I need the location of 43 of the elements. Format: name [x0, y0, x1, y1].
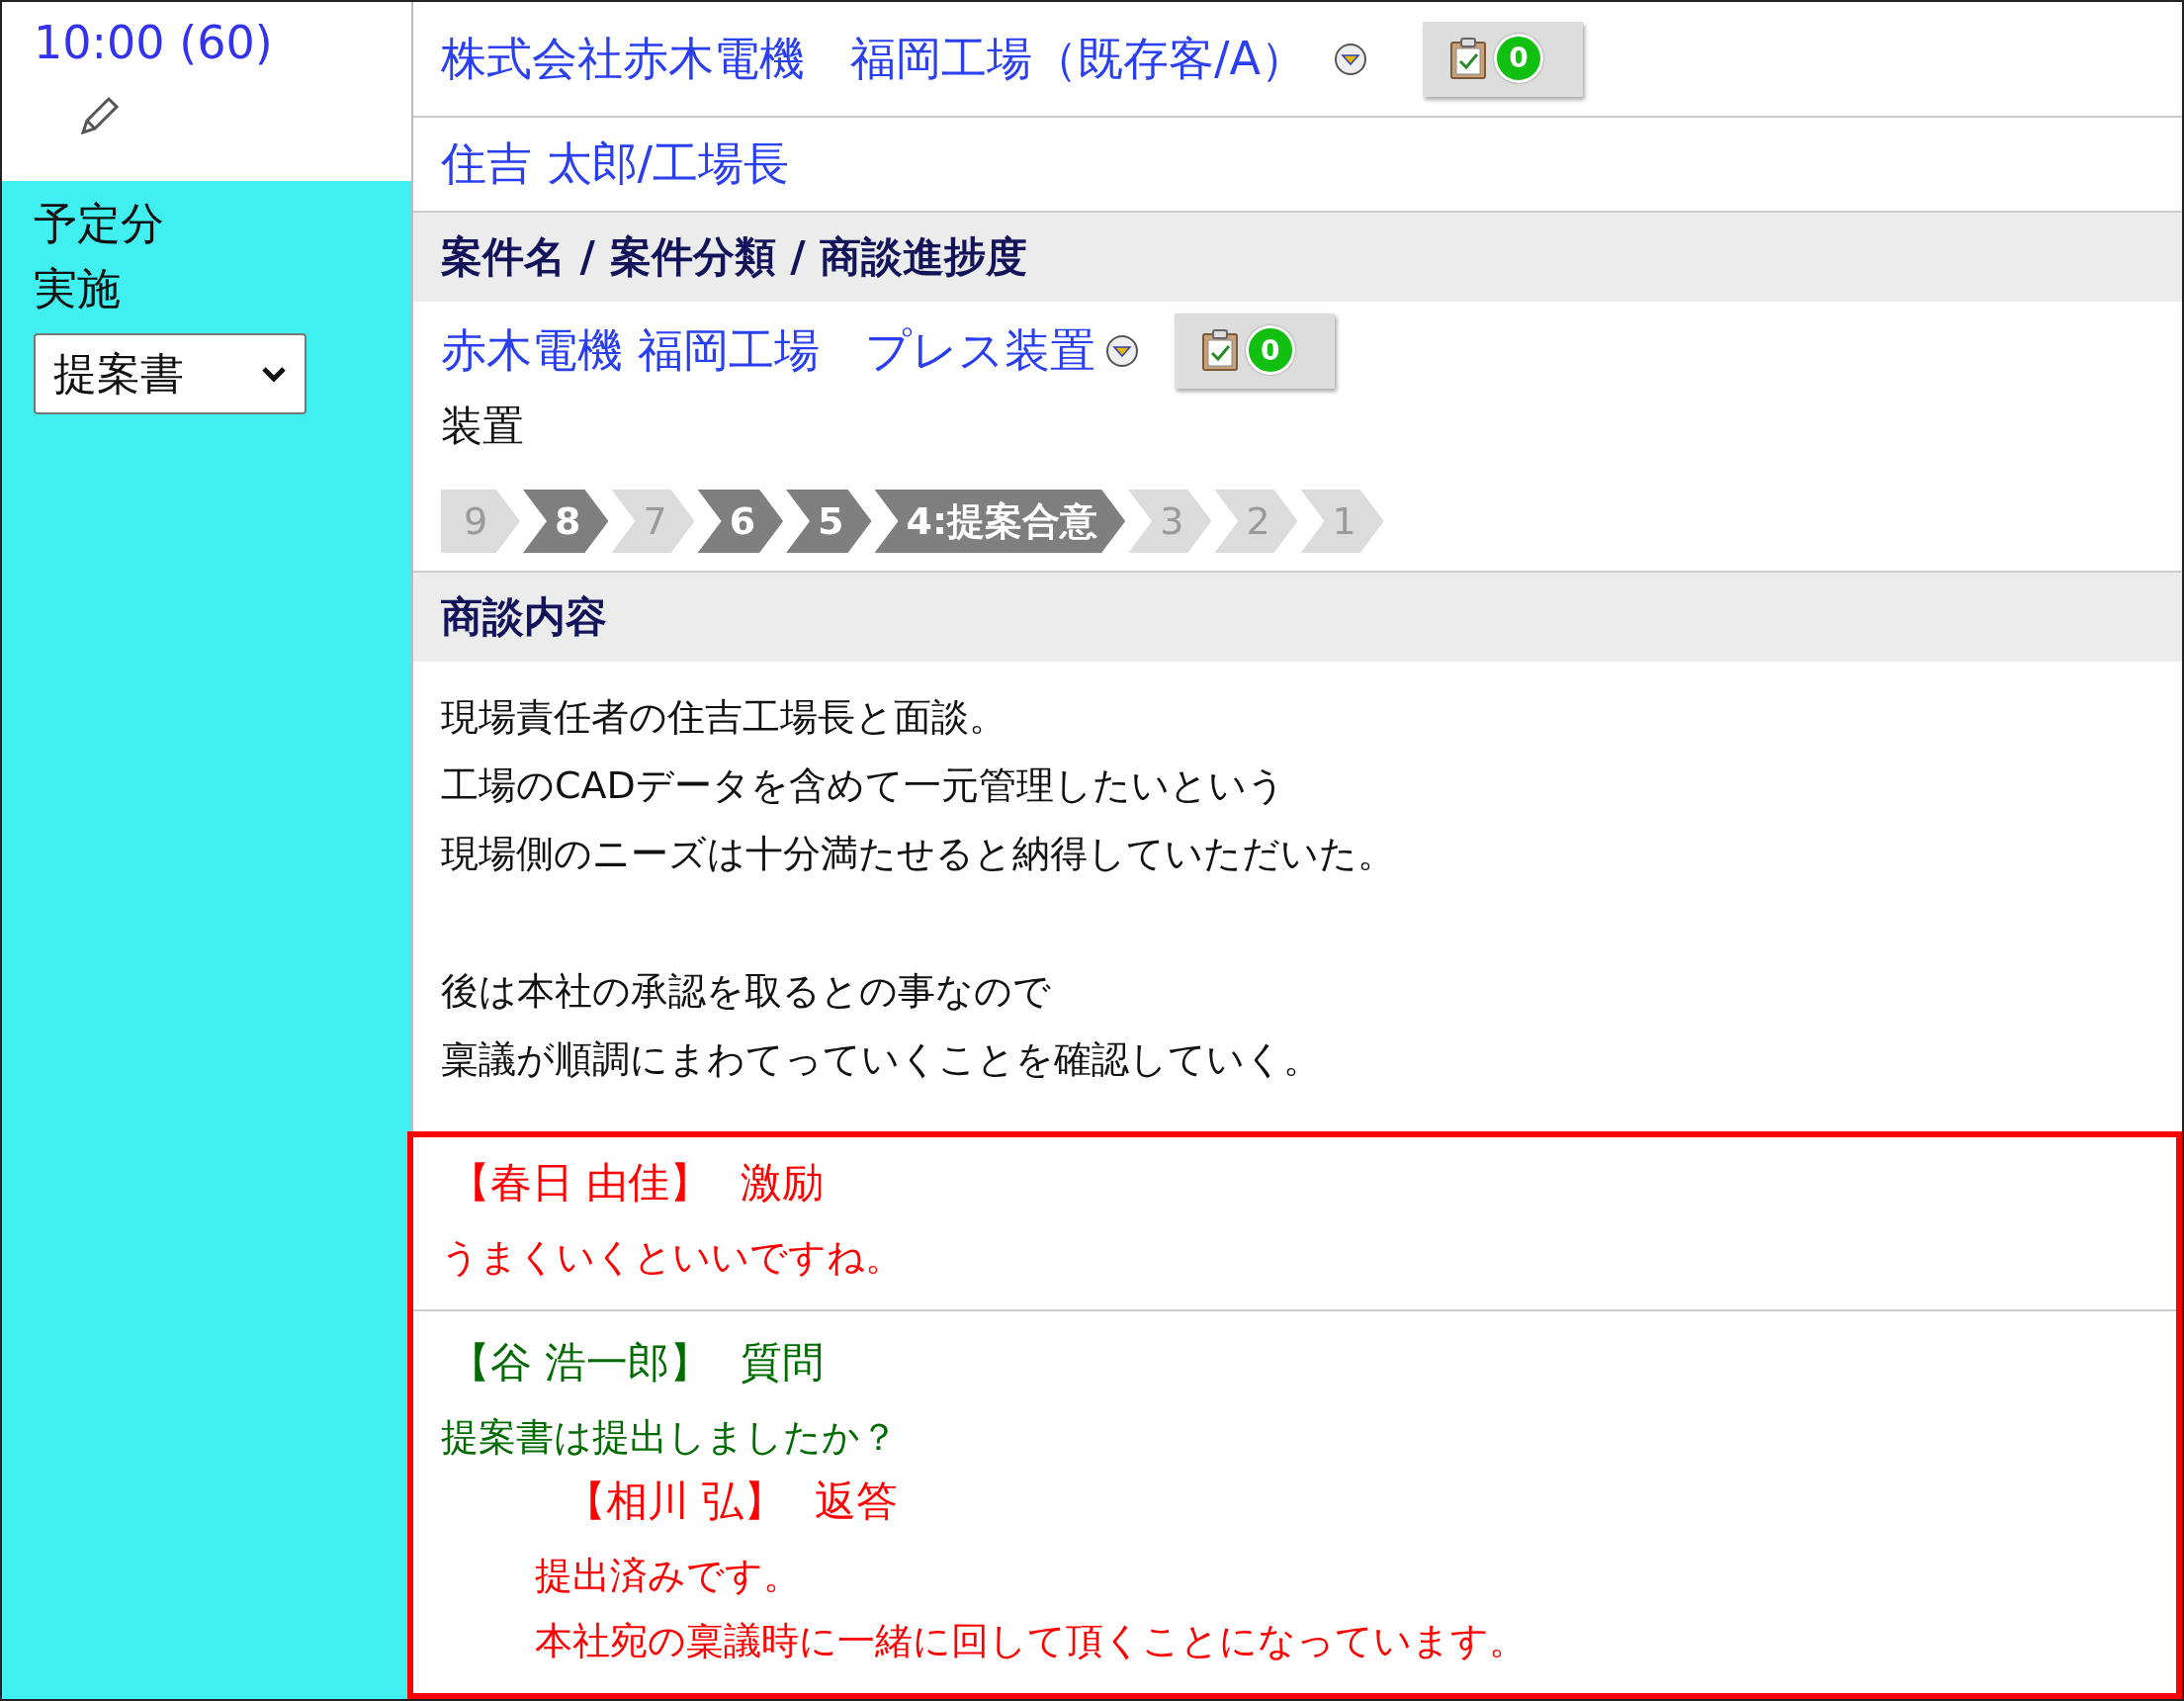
count-badge: 0	[1245, 325, 1295, 375]
dropdown-circle-icon[interactable]	[1333, 42, 1367, 76]
status-label: 予定分	[34, 197, 165, 250]
comment-type: 返答	[815, 1476, 899, 1527]
progress-stage[interactable]: 7	[611, 490, 695, 553]
comment-text: 本社宛の稟議時に一緒に回して頂くことになっています。	[535, 1618, 1528, 1664]
content-text: 工場のCADデータを含めて一元管理したいという	[441, 762, 1286, 809]
activity-dropdown[interactable]: 提案書	[34, 333, 306, 414]
comment-text: 提出済みです。	[535, 1553, 802, 1599]
contact-link[interactable]: 住吉 太郎/工場長	[441, 134, 790, 195]
section-header: 商談内容	[413, 573, 2182, 662]
content-text: 現場責任者の住吉工場長と面談。	[441, 694, 1007, 741]
progress-stage[interactable]: 6	[697, 490, 784, 553]
comment-author: 【春日 由佳】	[449, 1157, 712, 1209]
comment-text: 提案書は提出しましたか？	[441, 1414, 899, 1461]
progress-stage[interactable]: 4:提案合意	[874, 490, 1126, 553]
content-text: 現場側のニーズは十分満たせると納得していただいた。	[441, 831, 1396, 877]
progress-stage[interactable]: 8	[523, 490, 609, 553]
comment-author: 【谷 浩一郎】	[449, 1337, 712, 1388]
project-category: 装置	[441, 401, 525, 452]
content-text: 稟議が順調にまわてっていくことを確認していく。	[441, 1036, 1322, 1083]
chevron-down-icon	[261, 366, 287, 382]
customer-link[interactable]: 株式会社赤木電機 福岡工場（既存客/A）	[441, 28, 1306, 90]
section-header: 案件名 / 案件分類 / 商談進捗度	[413, 213, 2182, 302]
dropdown-circle-icon[interactable]	[1104, 334, 1139, 368]
task-button[interactable]: 0	[1422, 21, 1583, 97]
clipboard-icon	[1447, 36, 1488, 80]
progress-stage[interactable]: 1	[1300, 490, 1384, 553]
comment-author: 【相川 弘】	[565, 1476, 786, 1527]
progress-stage[interactable]: 9	[441, 490, 520, 553]
progress-stage[interactable]: 3	[1128, 490, 1212, 553]
comment-type: 激励	[741, 1157, 825, 1209]
time-range: 10:00 (60)	[34, 16, 274, 69]
progress-stage[interactable]: 2	[1214, 490, 1298, 553]
clipboard-icon	[1199, 328, 1240, 372]
content-text: 後は本社の承認を取るとの事なので	[441, 968, 1052, 1015]
project-link[interactable]: 赤木電機 福岡工場 プレス装置	[441, 320, 1095, 382]
status-label: 実施	[34, 262, 122, 315]
comment-text: うまくいくといいですね。	[441, 1234, 904, 1281]
task-button[interactable]: 0	[1174, 313, 1335, 389]
comment-type: 質問	[741, 1337, 825, 1388]
progress-stage[interactable]: 5	[786, 490, 872, 553]
count-badge: 0	[1493, 33, 1543, 83]
